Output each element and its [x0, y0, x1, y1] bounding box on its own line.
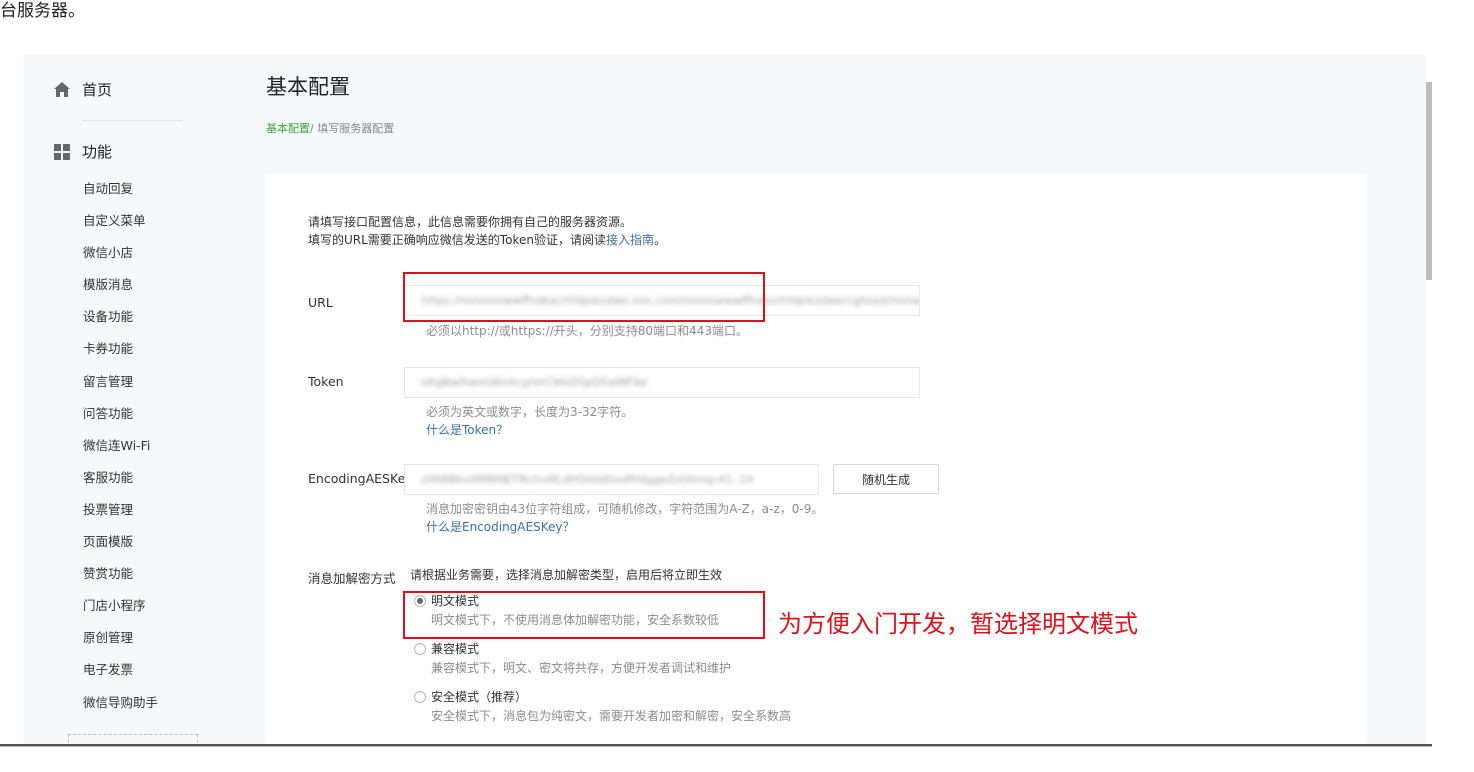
sidebar-menu: 自动回复 自定义菜单 微信小店 模版消息 设备功能 卡券功能 留言管理 问答功能…	[83, 180, 158, 726]
what-is-aeskey-link[interactable]: 什么是EncodingAESKey？	[426, 518, 574, 535]
aeskey-input[interactable]: zXKBBkvHMBNBTfKchvNLdHQdddhxdfHdggeZsGhm…	[404, 464, 819, 495]
vertical-scrollbar[interactable]	[1426, 82, 1432, 280]
sidebar-home-label: 首页	[82, 81, 113, 99]
radio-secure-label: 安全模式（推荐）	[431, 690, 528, 704]
sidebar-divider	[82, 120, 183, 121]
sidebar-item-home[interactable]: 首页	[54, 79, 112, 100]
sidebar-item-wifi[interactable]: 微信连Wi-Fi	[83, 437, 158, 469]
aeskey-label: EncodingAESKey	[308, 471, 413, 486]
aeskey-hint: 消息加密密钥由43位字符组成，可随机修改，字符范围为A-Z，a-z，0-9。	[426, 502, 824, 516]
sidebar-item-customer-service[interactable]: 客服功能	[83, 469, 158, 501]
sidebar-item-qa[interactable]: 问答功能	[83, 405, 158, 437]
admin-frame: 首页 功能 自动回复 自定义菜单 微信小店 模版消息 设备功能 卡券功能 留言管…	[24, 55, 1426, 744]
bottom-divider-light	[0, 746, 1432, 747]
token-value: nKgBwfhwxQ6hXcgrVrCWkDSpQ5wMF9d	[421, 376, 647, 389]
breadcrumb: 基本配置/ 填写服务器配置	[266, 120, 394, 136]
breadcrumb-link-basic-config[interactable]: 基本配置	[266, 122, 310, 135]
sidebar-item-voting[interactable]: 投票管理	[83, 501, 158, 533]
home-icon	[54, 82, 70, 97]
radio-compatible[interactable]: 兼容模式	[414, 640, 479, 657]
config-card: 请填写接口配置信息，此信息需要你拥有自己的服务器资源。 填写的URL需要正确响应…	[266, 174, 1366, 744]
grid-icon	[54, 143, 70, 160]
url-highlight-box	[403, 272, 765, 322]
sidebar-item-wechat-store[interactable]: 微信小店	[83, 244, 158, 276]
url-hint: 必须以http://或https://开头，分别支持80端口和443端口。	[426, 324, 748, 338]
access-guide-link[interactable]: 接入指南	[606, 233, 654, 247]
sidebar-item-e-invoice[interactable]: 电子发票	[83, 661, 158, 693]
token-input[interactable]: nKgBwfhwxQ6hXcgrVrCWkDSpQ5wMF9d	[404, 367, 920, 398]
sidebar-item-coupons[interactable]: 卡券功能	[83, 340, 158, 372]
radio-compatible-label: 兼容模式	[431, 642, 480, 656]
sidebar-item-page-template[interactable]: 页面模版	[83, 533, 158, 565]
sidebar-item-reward[interactable]: 赞赏功能	[83, 565, 158, 597]
page-title: 基本配置	[266, 75, 350, 99]
sidebar-item-original[interactable]: 原创管理	[83, 629, 158, 661]
token-hint: 必须为英文或数字，长度为3-32字符。	[426, 405, 634, 419]
radio-secure[interactable]: 安全模式（推荐）	[414, 688, 527, 705]
sidebar-item-comments[interactable]: 留言管理	[83, 373, 158, 405]
sidebar-item-custom-menu[interactable]: 自定义菜单	[83, 212, 158, 244]
compatible-hint: 兼容模式下，明文、密文将共存，方便开发者调试和维护	[431, 661, 732, 675]
url-label: URL	[308, 295, 333, 310]
aeskey-value: zXKBBkvHMBNBTfKchvNLdHQdddhxdfHdggeZsGhm…	[421, 473, 754, 486]
breadcrumb-current: / 填写服务器配置	[310, 122, 395, 135]
sidebar-item-shopping-assistant[interactable]: 微信导购助手	[83, 694, 158, 726]
sidebar-item-template-message[interactable]: 模版消息	[83, 276, 158, 308]
mode-description: 请根据业务需要，选择消息加解密类型，启用后将立即生效	[410, 568, 723, 582]
intro-line-1: 请填写接口配置信息，此信息需要你拥有自己的服务器资源。	[308, 215, 633, 229]
sidebar-group-features: 功能	[54, 141, 112, 162]
sidebar-item-device[interactable]: 设备功能	[83, 308, 158, 340]
radio-compatible-dot[interactable]	[414, 642, 426, 655]
radio-secure-dot[interactable]	[414, 690, 426, 703]
plaintext-highlight-box	[403, 591, 765, 639]
random-generate-button[interactable]: 随机生成	[833, 464, 939, 494]
intro-line-2: 填写的URL需要正确响应微信发送的Token验证，请阅读接入指南。	[308, 233, 666, 247]
intro-text: 请填写接口配置信息，此信息需要你拥有自己的服务器资源。 填写的URL需要正确响应…	[308, 213, 666, 249]
secure-hint: 安全模式下，消息包为纯密文，需要开发者加密和解密，安全系数高	[431, 709, 792, 723]
token-label: Token	[308, 374, 344, 389]
mode-label: 消息加解密方式	[308, 571, 396, 586]
what-is-token-link[interactable]: 什么是Token？	[426, 421, 508, 438]
top-text-fragment: 台服务器。	[0, 1, 85, 21]
sidebar-item-store-miniprogram[interactable]: 门店小程序	[83, 597, 158, 629]
annotation-text: 为方便入门开发，暂选择明文模式	[778, 610, 1138, 638]
sidebar-group-label: 功能	[82, 143, 113, 161]
sidebar-dashed-placeholder	[68, 734, 198, 744]
sidebar-item-auto-reply[interactable]: 自动回复	[83, 180, 158, 212]
